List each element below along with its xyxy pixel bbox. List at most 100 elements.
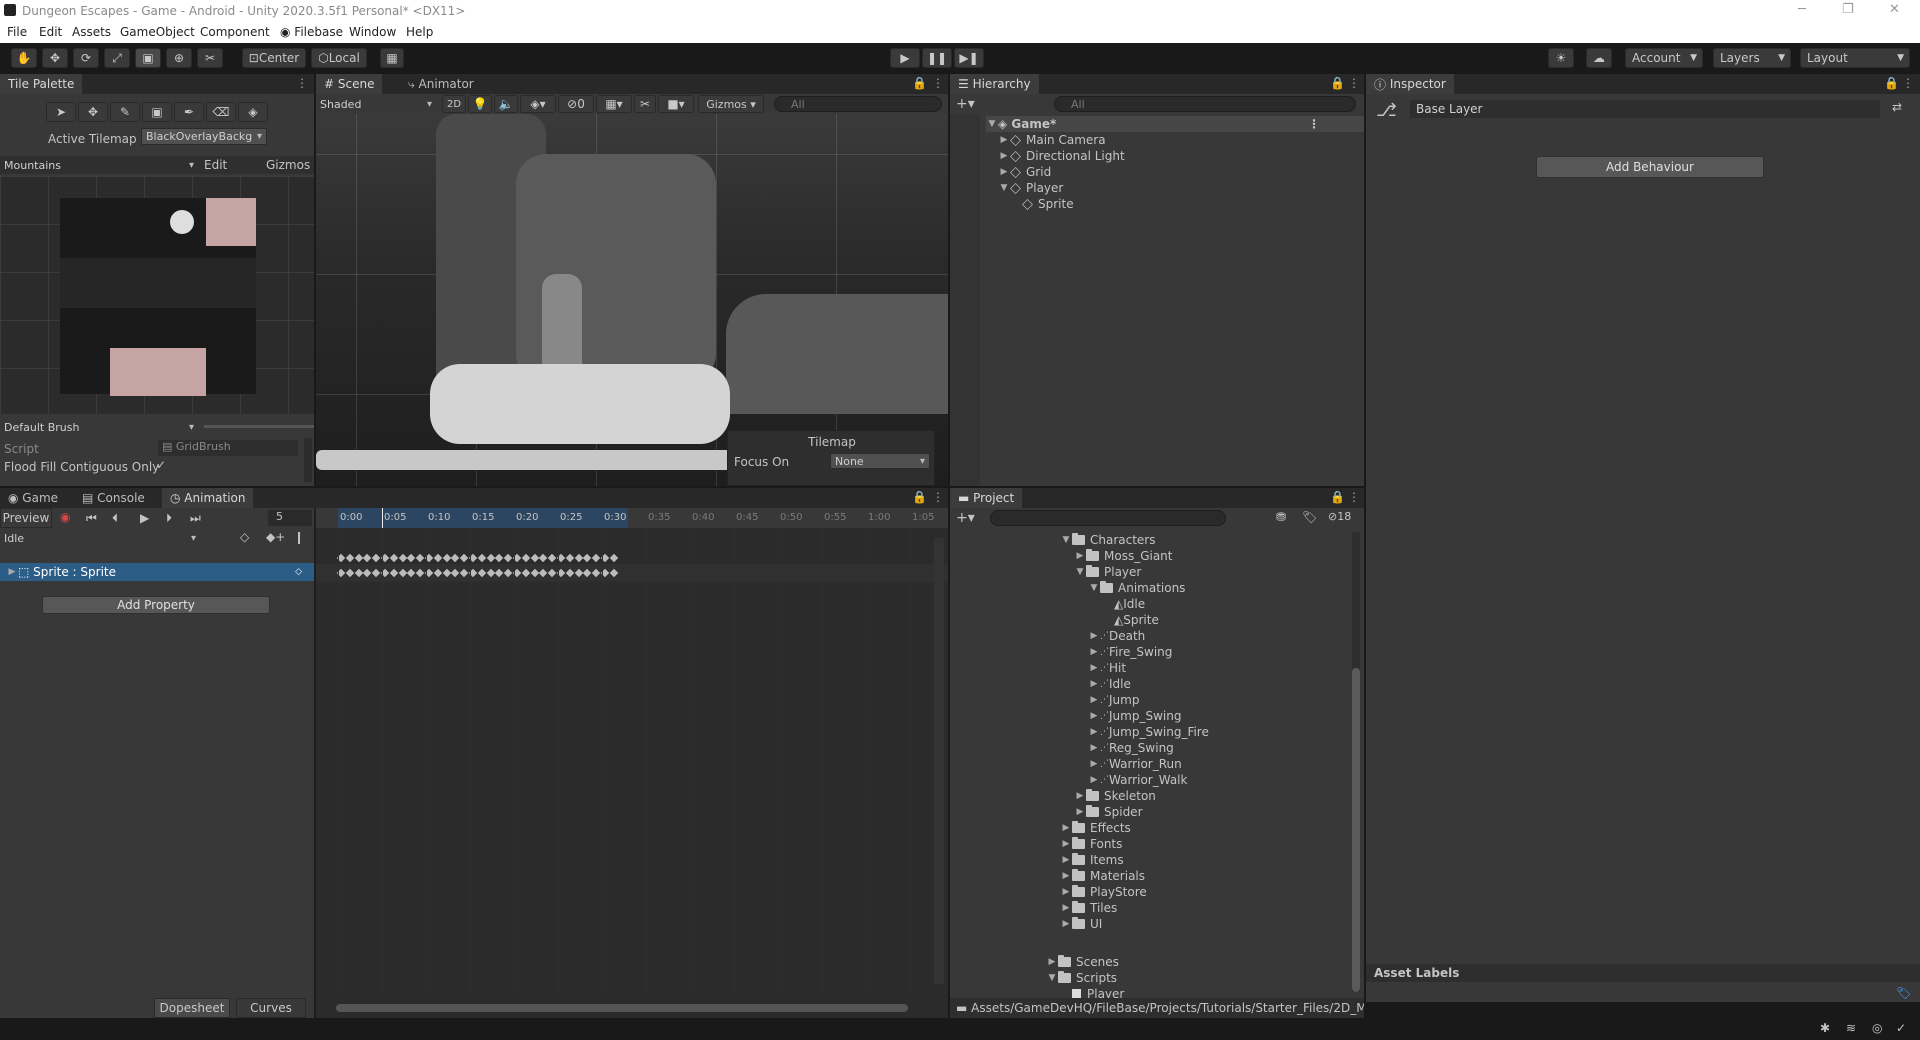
keyframe[interactable] [345, 568, 355, 578]
record-icon[interactable]: ◉ [60, 510, 70, 524]
expand-arrow-icon[interactable]: ▶ [1088, 759, 1100, 769]
project-item-moss-giant[interactable]: ▶ Moss_Giant [1074, 548, 1350, 564]
globe-icon[interactable]: ◎ [1872, 1021, 1882, 1035]
tab-game[interactable]: ◉ Game [0, 488, 66, 508]
remove-key-icon[interactable]: ◇ [295, 567, 302, 577]
minimize-icon[interactable]: ─ [1798, 2, 1806, 17]
scrollbar-thumb[interactable] [1352, 668, 1360, 992]
expand-arrow-icon[interactable]: ▶ [6, 567, 18, 577]
expand-arrow-icon[interactable]: ▼ [1088, 583, 1100, 593]
property-row-sprite[interactable]: ▶ ⬚ Sprite : Sprite ◇ [0, 563, 314, 581]
expand-arrow-icon[interactable]: ▶ [1088, 775, 1100, 785]
layout-dropdown[interactable]: Layout ▼ [1800, 48, 1910, 68]
keyframe[interactable] [451, 553, 460, 563]
lock-icon[interactable]: 🔒 [1330, 490, 1345, 504]
expand-arrow-icon[interactable]: ▶ [1088, 631, 1100, 641]
keyframe[interactable] [345, 553, 355, 563]
project-item-spider[interactable]: ▶ Spider [1074, 804, 1350, 820]
keyframe[interactable] [486, 553, 495, 563]
keyframe[interactable] [574, 568, 583, 578]
project-item-jump[interactable]: ▶ ⋰ Jump [1088, 692, 1350, 708]
hidden-packages-toggle[interactable]: ⊘18 [1328, 510, 1351, 523]
active-tilemap-dropdown[interactable]: BlackOverlayBackg [141, 128, 267, 145]
tab-animation[interactable]: ◷ Animation [162, 488, 254, 508]
add-icon[interactable]: +▾ [956, 96, 975, 112]
keyframe[interactable] [539, 553, 548, 563]
keyframe[interactable] [503, 568, 513, 578]
pivot-local-button[interactable]: ⬡ Local [311, 48, 367, 68]
menu-edit[interactable]: Edit [39, 25, 62, 39]
project-item-characters[interactable]: ▼ Characters [1060, 532, 1350, 548]
preview-toggle[interactable]: Preview [0, 508, 52, 528]
fill-icon[interactable]: ◈ [238, 102, 268, 122]
focus-on-dropdown[interactable]: None [830, 453, 930, 469]
grid-toggle-icon[interactable]: ▦▾ [596, 95, 632, 113]
menu-window[interactable]: Window [349, 25, 396, 39]
keyframe[interactable] [609, 568, 619, 578]
panel-menu-icon[interactable]: ⋮ [1348, 490, 1360, 504]
menu-assets[interactable]: Assets [72, 25, 111, 39]
project-item-animations[interactable]: ▼ Animations [1088, 580, 1350, 596]
expand-arrow-icon[interactable]: ▶ [1060, 839, 1072, 849]
mode-2d-toggle[interactable]: 2D [442, 95, 466, 113]
horizontal-scrollbar[interactable] [336, 1004, 908, 1012]
label-tag-icon[interactable]: 🏷 [1896, 986, 1911, 1000]
menu-filebase[interactable]: ◉ Filebase [280, 25, 343, 39]
tab-console[interactable]: ▤ Console [74, 488, 153, 508]
keyframe[interactable] [459, 568, 469, 578]
keyframe[interactable] [354, 568, 363, 578]
check-icon[interactable]: ✓ [1896, 1021, 1906, 1035]
keyframe[interactable] [415, 568, 425, 578]
camera-icon[interactable]: ■▾ [658, 95, 694, 113]
layers-dropdown[interactable]: Layers ▼ [1713, 48, 1791, 68]
expand-arrow-icon[interactable]: ▶ [1074, 807, 1086, 817]
account-dropdown[interactable]: Account ▼ [1625, 48, 1703, 68]
keyframe[interactable] [363, 553, 372, 563]
scene-row-game[interactable]: ▼ ◈ Game* ⋮ [986, 116, 1364, 132]
hierarchy-item-player[interactable]: ▼ Player [998, 180, 1364, 196]
tab-animator[interactable]: ⤷ Animator [400, 74, 482, 94]
collab-icon[interactable]: ☀ [1548, 48, 1574, 68]
bug-icon[interactable]: ✱ [1820, 1021, 1830, 1035]
project-item-hit[interactable]: ▶ ⋰ Hit [1088, 660, 1350, 676]
keyframe[interactable] [547, 553, 557, 563]
panel-menu-icon[interactable]: ⋮ [296, 76, 308, 90]
lock-icon[interactable]: 🔒 [912, 490, 927, 504]
expand-arrow-icon[interactable]: ▶ [1060, 919, 1072, 929]
hierarchy-search-input[interactable]: All [1054, 96, 1356, 112]
project-item-jump-swing-fire[interactable]: ▶ ⋰ Jump_Swing_Fire [1088, 724, 1350, 740]
pivot-center-button[interactable]: ⊡ Center [242, 48, 306, 68]
keyframe[interactable] [354, 553, 363, 563]
menu-gameobject[interactable]: GameObject [120, 25, 195, 39]
rotate-tool-icon[interactable]: ⟳ [73, 48, 99, 68]
keyframe[interactable] [591, 553, 601, 563]
palette-dropdown[interactable]: Mountains [0, 156, 198, 174]
lock-icon[interactable]: 🔒 [1330, 76, 1345, 90]
keyframe[interactable] [583, 568, 592, 578]
project-search-input[interactable] [990, 510, 1226, 526]
expand-arrow-icon[interactable]: ▶ [1046, 957, 1058, 967]
lighting-icon[interactable]: 💡 [468, 95, 492, 113]
keyframe[interactable] [591, 568, 601, 578]
add-behaviour-button[interactable]: Add Behaviour [1536, 156, 1764, 178]
palette-edit-button[interactable]: Edit [204, 158, 227, 172]
keyframe[interactable] [442, 568, 451, 578]
project-item-reg-swing[interactable]: ▶ ⋰ Reg_Swing [1088, 740, 1350, 756]
expand-arrow-icon[interactable]: ▶ [1088, 743, 1100, 753]
project-item-materials[interactable]: ▶ Materials [1060, 868, 1350, 884]
close-icon[interactable]: ✕ [1889, 2, 1900, 17]
panel-menu-icon[interactable]: ⋮ [1308, 117, 1320, 131]
expand-arrow-icon[interactable]: ▶ [1060, 871, 1072, 881]
hierarchy-item-grid[interactable]: ▶ Grid [998, 164, 1364, 180]
prev-keyframe-icon[interactable]: ⏴ [112, 511, 118, 526]
picker-icon[interactable]: ✒ [174, 102, 204, 122]
panel-menu-icon[interactable]: ⋮ [1348, 76, 1360, 90]
scale-tool-icon[interactable]: ⤢ [104, 48, 130, 68]
hierarchy-item-directional-light[interactable]: ▶ Directional Light [998, 148, 1364, 164]
project-item-items[interactable]: ▶ Items [1060, 852, 1350, 868]
keyframe[interactable] [398, 568, 407, 578]
keyframe[interactable] [459, 553, 469, 563]
move-icon[interactable]: ✥ [78, 102, 108, 122]
menu-help[interactable]: Help [406, 25, 433, 39]
tools-icon[interactable]: ✂ [634, 95, 656, 113]
